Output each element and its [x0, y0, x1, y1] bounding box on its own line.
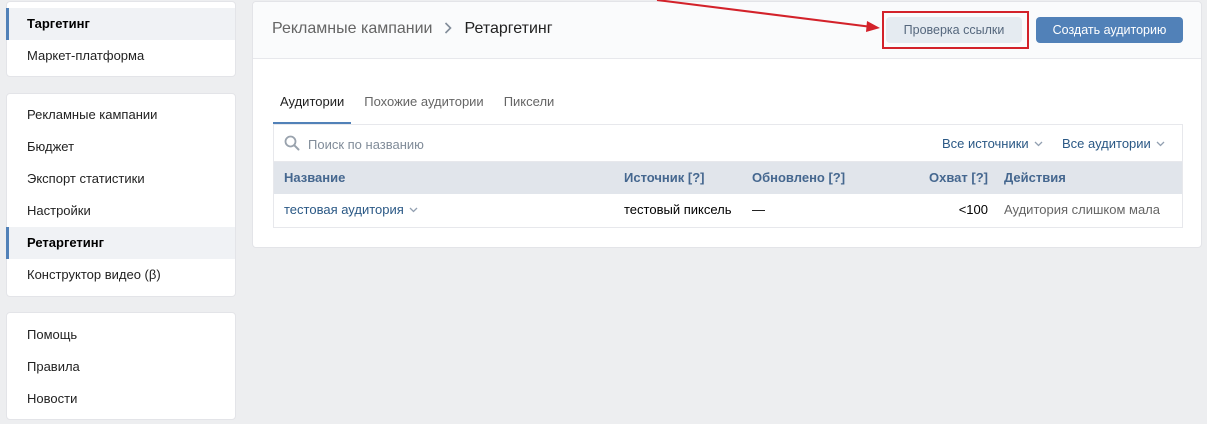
tab-audiences[interactable]: Аудитории — [273, 88, 352, 124]
sidebar-item-video-constructor[interactable]: Конструктор видео (β) — [7, 259, 235, 291]
chevron-down-icon — [409, 207, 418, 212]
sidebar-group-ads: Рекламные кампании Бюджет Экспорт статис… — [6, 93, 236, 297]
sidebar-item-retargeting[interactable]: Ретаргетинг — [6, 227, 235, 259]
audience-name-label: тестовая аудитория — [284, 202, 404, 217]
search-row: Все источники Все аудитории — [274, 125, 1182, 162]
search-input[interactable] — [306, 131, 710, 157]
sidebar-item-settings[interactable]: Настройки — [7, 195, 235, 227]
audience-name-link[interactable]: тестовая аудитория — [284, 202, 418, 217]
check-link-button[interactable]: Проверка ссылки — [886, 17, 1022, 43]
sidebar-item-help[interactable]: Помощь — [7, 319, 235, 351]
column-header-name[interactable]: Название — [284, 170, 345, 185]
sidebar-item-targeting[interactable]: Таргетинг — [6, 8, 235, 40]
filter-audiences-dropdown[interactable]: Все аудитории — [1062, 136, 1165, 151]
audience-updated: — — [752, 202, 765, 217]
page: Таргетинг Маркет-платформа Рекламные кам… — [0, 0, 1207, 424]
chevron-right-icon — [444, 21, 453, 38]
page-title: Ретаргетинг — [464, 20, 553, 37]
filter-sources-label: Все источники — [942, 136, 1029, 151]
audience-action-status: Аудитория слишком мала — [1004, 202, 1160, 217]
chevron-down-icon — [1156, 141, 1165, 146]
sidebar-group-help: Помощь Правила Новости — [6, 312, 236, 420]
sidebar-item-export-stats[interactable]: Экспорт статистики — [7, 163, 235, 195]
sidebar-item-news[interactable]: Новости — [7, 383, 235, 415]
tab-bar: Аудитории Похожие аудитории Пиксели — [273, 88, 567, 124]
audiences-table: Все источники Все аудитории Название Ист… — [273, 124, 1183, 228]
create-audience-button[interactable]: Создать аудиторию — [1036, 17, 1183, 43]
sidebar-item-market-platform[interactable]: Маркет-платформа — [7, 40, 235, 72]
tab-pixels[interactable]: Пиксели — [497, 88, 562, 124]
filter-sources-dropdown[interactable]: Все источники — [942, 136, 1043, 151]
column-header-reach[interactable]: Охват [?] — [929, 170, 988, 185]
column-header-updated[interactable]: Обновлено [?] — [752, 170, 845, 185]
chevron-down-icon — [1034, 141, 1043, 146]
tab-lookalike-audiences[interactable]: Похожие аудитории — [357, 88, 490, 124]
main-header: Рекламные кампании Ретаргетинг Проверка … — [253, 2, 1201, 59]
breadcrumb: Рекламные кампании Ретаргетинг — [272, 20, 553, 38]
search-icon — [284, 135, 300, 151]
filter-audiences-label: Все аудитории — [1062, 136, 1151, 151]
table-row: тестовая аудитория тестовый пиксель — <1… — [274, 194, 1182, 227]
table-header: Название Источник [?] Обновлено [?] Охва… — [274, 162, 1182, 194]
audience-source: тестовый пиксель — [624, 202, 732, 217]
audience-reach: <100 — [958, 202, 988, 217]
main-panel: Рекламные кампании Ретаргетинг Проверка … — [252, 1, 1202, 248]
column-header-actions: Действия — [1004, 170, 1066, 185]
breadcrumb-campaigns-link[interactable]: Рекламные кампании — [272, 20, 432, 38]
sidebar-item-rules[interactable]: Правила — [7, 351, 235, 383]
column-header-source[interactable]: Источник [?] — [624, 170, 705, 185]
sidebar-item-campaigns[interactable]: Рекламные кампании — [7, 99, 235, 131]
sidebar-group-main: Таргетинг Маркет-платформа — [6, 1, 236, 77]
sidebar-item-budget[interactable]: Бюджет — [7, 131, 235, 163]
